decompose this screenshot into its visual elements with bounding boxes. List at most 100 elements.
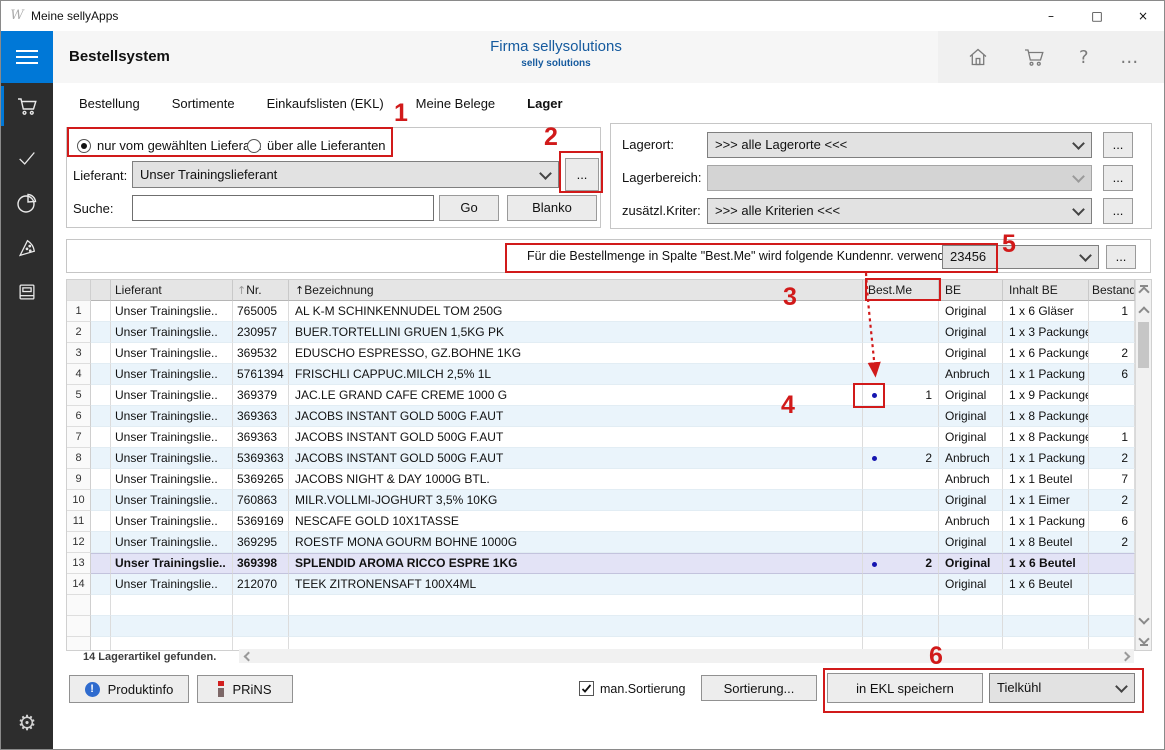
table-row[interactable]: 8Unser Trainingslie..5369363JACOBS INSTA… — [67, 448, 1151, 469]
table-row[interactable]: 4Unser Trainingslie..5761394FRISCHLI CAP… — [67, 364, 1151, 385]
pie-chart-icon — [15, 191, 39, 215]
in-ekl-speichern-button[interactable]: in EKL speichern — [827, 673, 983, 703]
scroll-top-button[interactable] — [1136, 280, 1151, 300]
table-row[interactable]: 7Unser Trainingslie..369363JACOBS INSTAN… — [67, 427, 1151, 448]
col-bestme[interactable]: Best.Me — [863, 280, 939, 301]
lager-filter-panel: Lagerort: >>> alle Lagerorte <<< ... Lag… — [610, 123, 1152, 229]
category-dropdown[interactable]: Tielkühl — [989, 673, 1135, 703]
tab-einkaufslisten[interactable]: Einkaufslisten (EKL) — [267, 96, 384, 111]
table-row[interactable]: 2Unser Trainingslie..230957BUER.TORTELLI… — [67, 322, 1151, 343]
lagerbereich-label: Lagerbereich: — [622, 170, 702, 185]
horizontal-scrollbar[interactable] — [239, 649, 1134, 663]
col-lieferant[interactable]: Lieferant — [111, 280, 233, 301]
close-button[interactable]: × — [1120, 1, 1165, 31]
checkbox — [579, 681, 594, 696]
man-sortierung-checkbox[interactable]: man.Sortierung — [579, 681, 685, 696]
lagerort-value: >>> alle Lagerorte <<< — [715, 137, 847, 152]
sidebar-item-cart[interactable] — [1, 86, 53, 126]
scroll-right-button[interactable] — [1118, 649, 1134, 663]
lagerort-more-button[interactable]: ... — [1103, 132, 1133, 158]
table-row[interactable]: 12Unser Trainingslie..369295ROESTF MONA … — [67, 532, 1151, 553]
table-row[interactable]: 5Unser Trainingslie..369379JAC.LE GRAND … — [67, 385, 1151, 406]
chevron-down-icon — [1072, 137, 1085, 150]
col-bestand[interactable]: Bestand — [1089, 280, 1135, 301]
book-icon — [16, 281, 38, 303]
order-dot-icon — [872, 393, 877, 398]
col-be[interactable]: BE — [939, 280, 1003, 301]
kundennr-more-button[interactable]: ... — [1106, 245, 1136, 269]
sidebar-item-check[interactable] — [1, 138, 53, 178]
sortierung-button[interactable]: Sortierung... — [701, 675, 817, 701]
table-row[interactable]: 11Unser Trainingslie..5369169NESCAFE GOL… — [67, 511, 1151, 532]
info-icon: ! — [85, 682, 100, 697]
lagerbereich-more-button[interactable]: ... — [1103, 165, 1133, 191]
window-title: Meine sellyApps — [31, 1, 118, 31]
radio-label: nur vom gewählten Lieferant — [97, 138, 261, 153]
minimize-button[interactable]: – — [1028, 1, 1074, 31]
scroll-left-button[interactable] — [239, 649, 255, 663]
go-button[interactable]: Go — [439, 195, 499, 221]
sidebar-item-book[interactable] — [1, 272, 53, 312]
chevron-down-icon — [1072, 170, 1085, 183]
tab-sortimente[interactable]: Sortimente — [172, 96, 235, 111]
kundennr-dropdown[interactable]: 23456 — [942, 245, 1099, 269]
sidebar-item-pie[interactable] — [1, 183, 53, 223]
app-window: W Meine sellyApps – □ × — [0, 0, 1165, 750]
search-input[interactable] — [132, 195, 434, 221]
home-icon[interactable] — [966, 45, 990, 69]
hamburger-menu-button[interactable] — [1, 31, 53, 83]
scrollbar-thumb[interactable] — [1138, 322, 1149, 368]
cart-toolbar-icon[interactable] — [1021, 45, 1047, 69]
kriterien-value: >>> alle Kriterien <<< — [715, 203, 840, 218]
more-options-icon[interactable]: … — [1120, 47, 1138, 68]
kriterien-dropdown[interactable]: >>> alle Kriterien <<< — [707, 198, 1092, 224]
main-area: Bestellsystem Firma sellysolutions selly… — [53, 31, 1165, 750]
lieferant-dropdown[interactable]: Unser Trainingslieferant — [132, 161, 559, 188]
sidebar-item-pizza[interactable] — [1, 228, 53, 268]
table-row[interactable]: 1Unser Trainingslie..765005AL K-M SCHINK… — [67, 301, 1151, 322]
app-logo-icon: W — [9, 8, 25, 24]
help-icon[interactable]: ? — [1079, 47, 1089, 68]
col-nr[interactable]: ↑Nr. — [233, 280, 289, 301]
tab-bestellung[interactable]: Bestellung — [79, 96, 140, 111]
tab-lager[interactable]: Lager — [527, 96, 562, 111]
order-dot-icon — [872, 562, 877, 567]
company-subtitle: selly solutions — [490, 58, 622, 69]
prins-label: PRiNS — [232, 682, 271, 697]
lieferant-label: Lieferant: — [73, 168, 127, 183]
settings-button[interactable]: ⚙ — [1, 703, 53, 743]
lagerort-label: Lagerort: — [622, 137, 674, 152]
radio-alle-lieferanten[interactable]: über alle Lieferanten — [247, 138, 386, 153]
man-sortierung-label: man.Sortierung — [600, 682, 685, 696]
prins-button[interactable]: PRiNS — [197, 675, 293, 703]
lagerbereich-dropdown — [707, 165, 1092, 191]
col-bezeichnung[interactable]: ↑Bezeichnung — [289, 280, 863, 301]
kundennr-value: 23456 — [950, 249, 986, 264]
table-row[interactable]: 9Unser Trainingslie..5369265JACOBS NIGHT… — [67, 469, 1151, 490]
blanko-button[interactable]: Blanko — [507, 195, 597, 221]
radio-circle — [247, 139, 261, 153]
lagerort-dropdown[interactable]: >>> alle Lagerorte <<< — [707, 132, 1092, 158]
titlebar: W Meine sellyApps – □ × — [1, 1, 1165, 31]
vertical-scrollbar[interactable] — [1135, 280, 1151, 650]
chevron-down-icon — [1115, 680, 1128, 693]
table-row[interactable]: 13Unser Trainingslie..369398SPLENDID ARO… — [67, 553, 1151, 574]
produktinfo-button[interactable]: ! Produktinfo — [69, 675, 189, 703]
table-row-empty — [67, 616, 1151, 637]
table-row[interactable]: 10Unser Trainingslie..760863MILR.VOLLMI-… — [67, 490, 1151, 511]
tab-meine-belege[interactable]: Meine Belege — [416, 96, 496, 111]
table-row[interactable]: 3Unser Trainingslie..369532EDUSCHO ESPRE… — [67, 343, 1151, 364]
table-row[interactable]: 6Unser Trainingslie..369363JACOBS INSTAN… — [67, 406, 1151, 427]
result-count: 14 Lagerartikel gefunden. — [83, 651, 216, 663]
kriterien-more-button[interactable]: ... — [1103, 198, 1133, 224]
company-header: Firma sellysolutions selly solutions — [490, 38, 622, 69]
scroll-bottom-button[interactable] — [1136, 630, 1151, 650]
sidebar: ⚙ — [1, 31, 53, 750]
table-row[interactable]: 14Unser Trainingslie..212070TEEK ZITRONE… — [67, 574, 1151, 595]
scroll-up-button[interactable] — [1136, 300, 1151, 320]
lieferant-more-button[interactable]: ... — [565, 158, 599, 191]
scroll-down-button[interactable] — [1136, 610, 1151, 630]
maximize-button[interactable]: □ — [1074, 1, 1120, 31]
col-inhalt-be[interactable]: Inhalt BE — [1003, 280, 1089, 301]
radio-nur-gewaehlter-lieferant[interactable]: nur vom gewählten Lieferant — [77, 138, 261, 153]
